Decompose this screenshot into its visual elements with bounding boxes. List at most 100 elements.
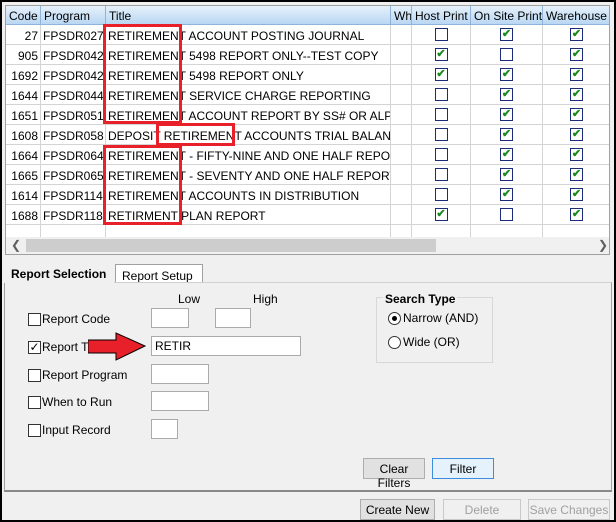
cell-code: 1664 [6, 145, 41, 165]
col-header-title[interactable]: Title [106, 6, 391, 25]
warehouse-checkbox[interactable]: ✔ [570, 188, 583, 201]
tab-report-selection[interactable]: Report Selection [4, 262, 114, 283]
host-checkbox[interactable] [434, 128, 448, 141]
col-header-on-site-print[interactable]: On Site Print [471, 6, 543, 25]
warehouse-checkbox[interactable]: ✔ [570, 208, 583, 221]
onsite-checkbox[interactable] [500, 208, 513, 221]
onsite-checkbox[interactable]: ✔ [500, 168, 513, 181]
table-row[interactable]: 1614 FPSDR114 RETIREMENT ACCOUNTS IN DISTR… [6, 185, 609, 205]
report-title-input[interactable]: RETIR [151, 336, 301, 356]
onsite-checkbox[interactable]: ✔ [500, 148, 513, 161]
host-checkbox[interactable]: ✔ [434, 48, 448, 61]
cell-program: FPSDR042 [41, 45, 106, 65]
col-header-host-print[interactable]: Host Print [412, 6, 471, 25]
cell-program: FPSDR065 [41, 165, 106, 185]
table-row[interactable]: 905 FPSDR042 RETIREMENT 5498 REPORT ONLY--… [6, 45, 609, 65]
cell-host: ✔ [412, 65, 471, 85]
cell-code: 1644 [6, 85, 41, 105]
cell-program: FPSDR042 [41, 65, 106, 85]
reports-grid[interactable]: Code Program Title Wh Host Print On Site… [5, 5, 610, 255]
host-checkbox[interactable] [434, 148, 448, 161]
cell-title: DEPOSIT RETIREMENT ACCOUNTS TRIAL BALANC… [106, 125, 391, 145]
table-row[interactable]: 1651 FPSDR051 RETIREMENT ACCOUNT REPORT BY… [6, 105, 609, 125]
col-header-wh[interactable]: Wh [391, 6, 412, 25]
cell-host [412, 25, 471, 45]
cell-onsite: ✔ [471, 145, 543, 165]
cell-warehouse: ✔ [543, 105, 609, 125]
high-label: High [253, 292, 278, 306]
horizontal-scrollbar[interactable]: ❮ ❯ [6, 237, 609, 254]
clear-filters-button[interactable]: Clear Filters [363, 458, 425, 490]
table-row[interactable]: 1664 FPSDR064 RETIREMENT - FIFTY-NINE AND … [6, 145, 609, 165]
report-code-low-input[interactable] [151, 308, 189, 328]
host-checkbox[interactable] [434, 28, 448, 41]
wide-or-radio[interactable] [388, 336, 401, 349]
table-row[interactable]: 1644 FPSDR044 RETIREMENT SERVICE CHARGE RE… [6, 85, 609, 105]
tab-report-setup[interactable]: Report Setup [115, 264, 203, 283]
input-record-checkbox[interactable] [28, 424, 41, 437]
report-program-input[interactable] [151, 364, 209, 384]
cell-program: FPSDR114 [41, 185, 106, 205]
cell-wh [391, 85, 412, 105]
col-header-code[interactable]: Code [6, 6, 41, 25]
col-header-program[interactable]: Program [41, 6, 106, 25]
onsite-checkbox[interactable]: ✔ [500, 188, 513, 201]
scroll-left-icon[interactable]: ❮ [11, 238, 21, 252]
cell-onsite: ✔ [471, 65, 543, 85]
onsite-checkbox[interactable]: ✔ [500, 28, 513, 41]
warehouse-checkbox[interactable]: ✔ [570, 48, 583, 61]
onsite-checkbox[interactable]: ✔ [500, 88, 513, 101]
when-to-run-checkbox[interactable] [28, 396, 41, 409]
report-selection-panel: Low High Report Code ✓ Report Title RETI… [4, 282, 612, 492]
host-checkbox[interactable] [434, 188, 448, 201]
host-checkbox[interactable] [434, 88, 448, 101]
warehouse-checkbox[interactable]: ✔ [570, 108, 583, 121]
cell-code: 1651 [6, 105, 41, 125]
table-row[interactable]: 27 FPSDR027 RETIREMENT ACCOUNT POSTING JOU… [6, 25, 609, 45]
cell-title: RETIREMENT ACCOUNT REPORT BY SS# OR ALPH… [106, 105, 391, 125]
when-to-run-input[interactable] [151, 391, 209, 411]
warehouse-checkbox[interactable]: ✔ [570, 28, 583, 41]
cell-onsite [471, 45, 543, 65]
input-record-input[interactable] [151, 419, 178, 439]
warehouse-checkbox[interactable]: ✔ [570, 168, 583, 181]
scrollbar-thumb[interactable] [26, 239, 436, 252]
cell-onsite: ✔ [471, 165, 543, 185]
table-row[interactable]: 1692 FPSDR042 RETIREMENT 5498 REPORT ONLY ✔… [6, 65, 609, 85]
report-program-checkbox[interactable] [28, 369, 41, 382]
scroll-right-icon[interactable]: ❯ [598, 238, 608, 252]
cell-wh [391, 205, 412, 225]
create-new-button[interactable]: Create New [360, 499, 435, 520]
onsite-checkbox[interactable]: ✔ [500, 128, 513, 141]
cell-title: RETIREMENT ACCOUNT POSTING JOURNAL [106, 25, 391, 45]
onsite-checkbox[interactable]: ✔ [500, 108, 513, 121]
cell-onsite: ✔ [471, 105, 543, 125]
cell-title: RETIREMENT - SEVENTY AND ONE HALF REPORT [106, 165, 391, 185]
host-checkbox[interactable]: ✔ [434, 68, 448, 81]
delete-button[interactable]: Delete [443, 499, 521, 520]
host-checkbox[interactable]: ✔ [434, 208, 448, 221]
save-changes-button[interactable]: Save Changes [528, 499, 610, 520]
narrow-and-radio[interactable] [388, 312, 401, 325]
report-code-checkbox[interactable] [28, 313, 41, 326]
host-checkbox[interactable] [434, 108, 448, 121]
red-arrow-annotation [88, 332, 147, 361]
warehouse-checkbox[interactable]: ✔ [570, 68, 583, 81]
host-checkbox[interactable] [434, 168, 448, 181]
cell-host [412, 145, 471, 165]
col-header-warehouse[interactable]: Warehouse p [543, 6, 609, 25]
warehouse-checkbox[interactable]: ✔ [570, 128, 583, 141]
onsite-checkbox[interactable]: ✔ [500, 68, 513, 81]
warehouse-checkbox[interactable]: ✔ [570, 148, 583, 161]
onsite-checkbox[interactable] [500, 48, 513, 61]
filter-button[interactable]: Filter [432, 458, 494, 479]
cell-host [412, 105, 471, 125]
report-title-checkbox[interactable]: ✓ [28, 341, 41, 354]
table-row[interactable]: 1608 FPSDR058 DEPOSIT RETIREMENT ACCOUNTS … [6, 125, 609, 145]
warehouse-checkbox[interactable]: ✔ [570, 88, 583, 101]
cell-code: 1692 [6, 65, 41, 85]
cell-host: ✔ [412, 205, 471, 225]
table-row[interactable]: 1688 FPSDR118 RETIRMENT PLAN REPORT ✔ ✔ [6, 205, 609, 225]
table-row[interactable]: 1665 FPSDR065 RETIREMENT - SEVENTY AND ONE… [6, 165, 609, 185]
report-code-high-input[interactable] [215, 308, 251, 328]
